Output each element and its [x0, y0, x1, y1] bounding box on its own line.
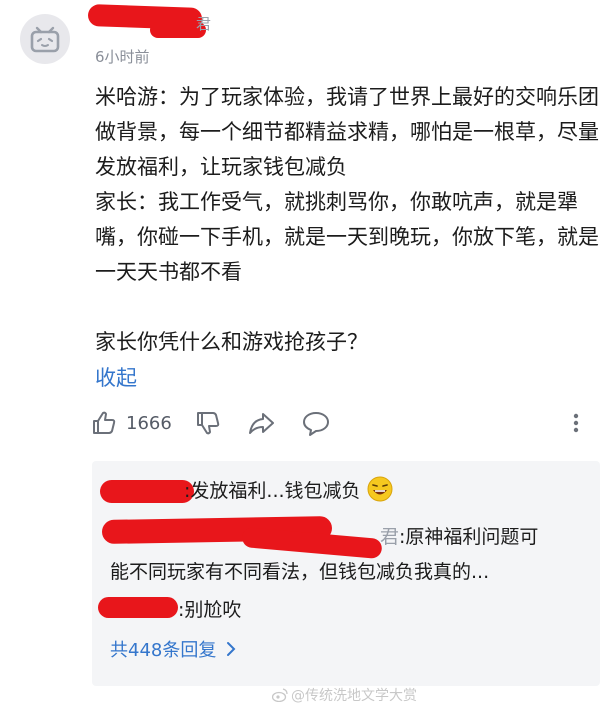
redacted-reply-user-3 [98, 597, 178, 618]
thumbs-up-icon [93, 411, 116, 434]
reply-text-1: :发放福利...钱包减负 [184, 480, 361, 502]
chevron-right-icon [227, 642, 236, 656]
reply-text-3: :别尬吹 [178, 599, 242, 621]
comment-button[interactable] [301, 405, 331, 441]
redacted-reply-user-1 [100, 480, 194, 503]
more-vertical-icon [573, 413, 579, 433]
comment-paragraph-1: 米哈游：为了玩家体验，我请了世界上最好的交响乐团做背景，每一个细节都精益求精，哪… [95, 85, 599, 179]
bilibili-tv-avatar-icon [30, 26, 60, 53]
dislike-button[interactable] [194, 405, 222, 441]
reply-list: :发放福利...钱包减负 君:原神福利问题可 能不同玩家有不同看法，但钱包减负我… [92, 461, 600, 686]
reply-item-1[interactable]: :发放福利...钱包减负 [184, 476, 393, 507]
share-button[interactable] [246, 405, 276, 441]
more-button[interactable] [568, 405, 584, 441]
like-button[interactable]: 1666 [90, 405, 172, 441]
username-tail: 君 [196, 15, 212, 33]
comment-paragraph-3: 家长你凭什么和游戏抢孩子？ [95, 330, 368, 354]
watermark: @传统洗地文学大赏 [272, 685, 417, 705]
reply-item-2[interactable]: 君:原神福利问题可 [380, 522, 538, 553]
reply-item-3[interactable]: :别尬吹 [178, 595, 241, 626]
share-arrow-icon [249, 413, 274, 434]
thumbs-down-icon [197, 412, 220, 435]
reply-text-2-line2: 能不同玩家有不同看法，但钱包减负我真的... [110, 561, 490, 583]
like-count: 1666 [126, 412, 172, 434]
comment-paragraph-2: 家长：我工作受气，就挑刺骂你，你敢吭声，就是犟嘴，你碰一下手机，就是一天到晚玩，… [95, 190, 599, 284]
collapse-link[interactable]: 收起 [95, 364, 137, 392]
grinning-face-emoji-icon [367, 476, 393, 502]
avatar[interactable] [20, 14, 70, 64]
comment-time: 6小时前 [95, 48, 150, 66]
weibo-logo-icon [272, 688, 288, 702]
reply-item-2-line2[interactable]: 能不同玩家有不同看法，但钱包减负我真的... [110, 557, 489, 588]
comment-actions: 1666 [90, 405, 600, 441]
comment-content: 米哈游：为了玩家体验，我请了世界上最好的交响乐团做背景，每一个细节都精益求精，哪… [95, 80, 603, 360]
comment-bubble-icon [303, 412, 329, 436]
view-all-replies-label: 共448条回复 [110, 640, 217, 661]
reply-user-2-tail: 君 [380, 526, 400, 548]
reply-text-2-line1: :原神福利问题可 [399, 526, 539, 548]
watermark-text: @传统洗地文学大赏 [291, 688, 417, 704]
view-all-replies-link[interactable]: 共448条回复 [110, 636, 240, 662]
